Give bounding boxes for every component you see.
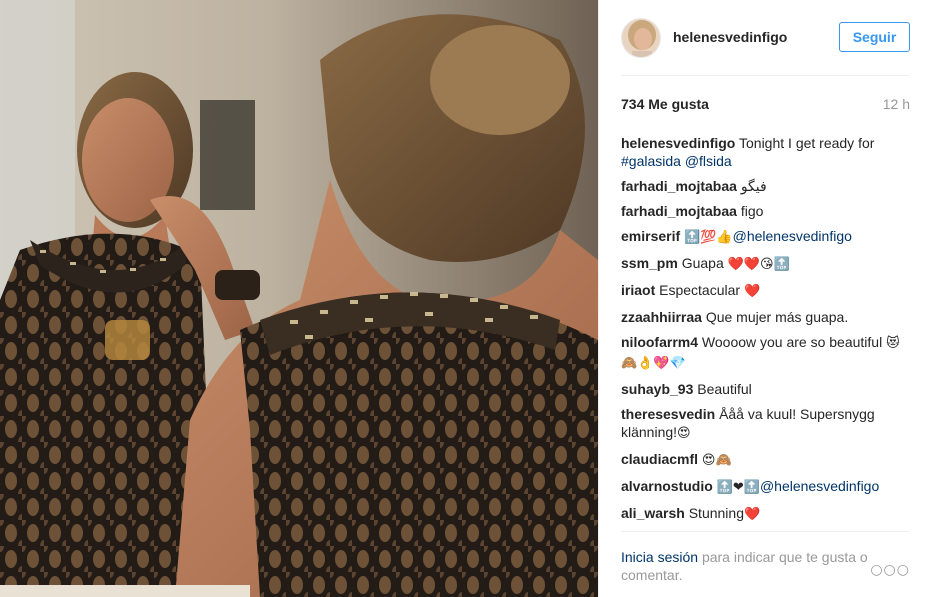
- comment-emoji: ❤️: [743, 284, 761, 299]
- likes-count[interactable]: 734 Me gusta: [621, 96, 709, 112]
- mention-link[interactable]: @helenesvedinfigo: [733, 228, 852, 244]
- comment-author[interactable]: zzaahhiirraa: [621, 309, 702, 325]
- more-options-icon[interactable]: ○○○: [870, 562, 910, 578]
- comment-author[interactable]: ali_warsh: [621, 505, 685, 521]
- comment-text: Woooow you are so beautiful: [701, 334, 883, 350]
- list-item: iriaot Espectacular ❤️: [621, 281, 910, 301]
- hashtag-link[interactable]: #galasida: [621, 153, 681, 169]
- comment-author[interactable]: farhadi_mojtabaa: [621, 203, 737, 219]
- comment-author[interactable]: theresesvedin: [621, 406, 715, 422]
- comment-text: فیگو: [740, 178, 767, 194]
- post-photo-illustration: [0, 0, 598, 597]
- comment-text: Guapa: [681, 255, 724, 271]
- comment-text: Stunning: [688, 505, 744, 521]
- comment-author[interactable]: suhayb_93: [621, 381, 693, 397]
- comment-emoji: ❤️: [744, 507, 761, 522]
- comment-author[interactable]: claudiacmfl: [621, 451, 698, 467]
- comment-author[interactable]: iriaot: [621, 282, 655, 298]
- login-prompt: Inicia sesión para indicar que te gusta …: [621, 548, 876, 584]
- list-item: niloofarrm4 Woooow you are so beautiful …: [621, 333, 910, 373]
- comment-author[interactable]: farhadi_mojtabaa: [621, 178, 737, 194]
- list-item: zzaahhiirraa Que mujer más guapa.: [621, 308, 910, 326]
- post-photo[interactable]: [0, 0, 598, 597]
- list-item: farhadi_mojtabaa فیگو: [621, 177, 910, 195]
- caption: helenesvedinfigo Tonight I get ready for…: [621, 134, 910, 170]
- post-sidebar: helenesvedinfigo Seguir 734 Me gusta 12 …: [598, 0, 931, 597]
- comment-author[interactable]: alvarnostudio: [621, 478, 713, 494]
- login-link[interactable]: Inicia sesión: [621, 549, 698, 565]
- list-item: ssm_pm Guapa ❤️❤️😘🔝: [621, 254, 910, 274]
- avatar[interactable]: [621, 18, 661, 58]
- comment-author[interactable]: ssm_pm: [621, 255, 678, 271]
- list-item: ali_warsh Stunning❤️: [621, 504, 910, 524]
- comment-author[interactable]: helenesvedinfigo: [621, 135, 735, 151]
- comment-text: Tonight I get ready for: [739, 135, 875, 151]
- comment-emoji: 🔝💯👍: [684, 230, 733, 245]
- list-item: suhayb_93 Beautiful: [621, 380, 910, 398]
- post-footer: Inicia sesión para indicar que te gusta …: [621, 531, 910, 597]
- post-header: helenesvedinfigo Seguir: [621, 16, 910, 76]
- username-link[interactable]: helenesvedinfigo: [673, 29, 787, 45]
- comment-emoji: 😍🙈: [701, 453, 732, 468]
- comment-text: Que mujer más guapa.: [705, 309, 849, 325]
- list-item: alvarnostudio 🔝❤🔝@helenesvedinfigo: [621, 477, 910, 497]
- list-item: claudiacmfl 😍🙈: [621, 450, 910, 470]
- comment-text: Beautiful: [697, 381, 752, 397]
- mention-link[interactable]: @helenesvedinfigo: [760, 478, 879, 494]
- comment-author[interactable]: emirserif: [621, 228, 680, 244]
- comment-emoji: 😍: [677, 426, 691, 441]
- avatar-image: [622, 19, 660, 57]
- comments-list: helenesvedinfigo Tonight I get ready for…: [621, 134, 910, 531]
- follow-button[interactable]: Seguir: [839, 22, 910, 52]
- post-timestamp[interactable]: 12 h: [883, 96, 910, 112]
- comment-text: Espectacular: [659, 282, 741, 298]
- likes-row: 734 Me gusta 12 h: [621, 96, 910, 116]
- mention-link[interactable]: @flsida: [685, 153, 732, 169]
- comment-text: figo: [740, 203, 764, 219]
- list-item: theresesvedin Ååå va kuul! Supersnygg kl…: [621, 405, 910, 443]
- list-item: emirserif 🔝💯👍@helenesvedinfigo: [621, 227, 910, 247]
- comment-emoji: ❤️❤️😘🔝: [727, 257, 790, 272]
- comment-author[interactable]: niloofarrm4: [621, 334, 698, 350]
- list-item: farhadi_mojtabaa figo: [621, 202, 910, 220]
- comment-emoji: 🔝❤🔝: [716, 480, 760, 495]
